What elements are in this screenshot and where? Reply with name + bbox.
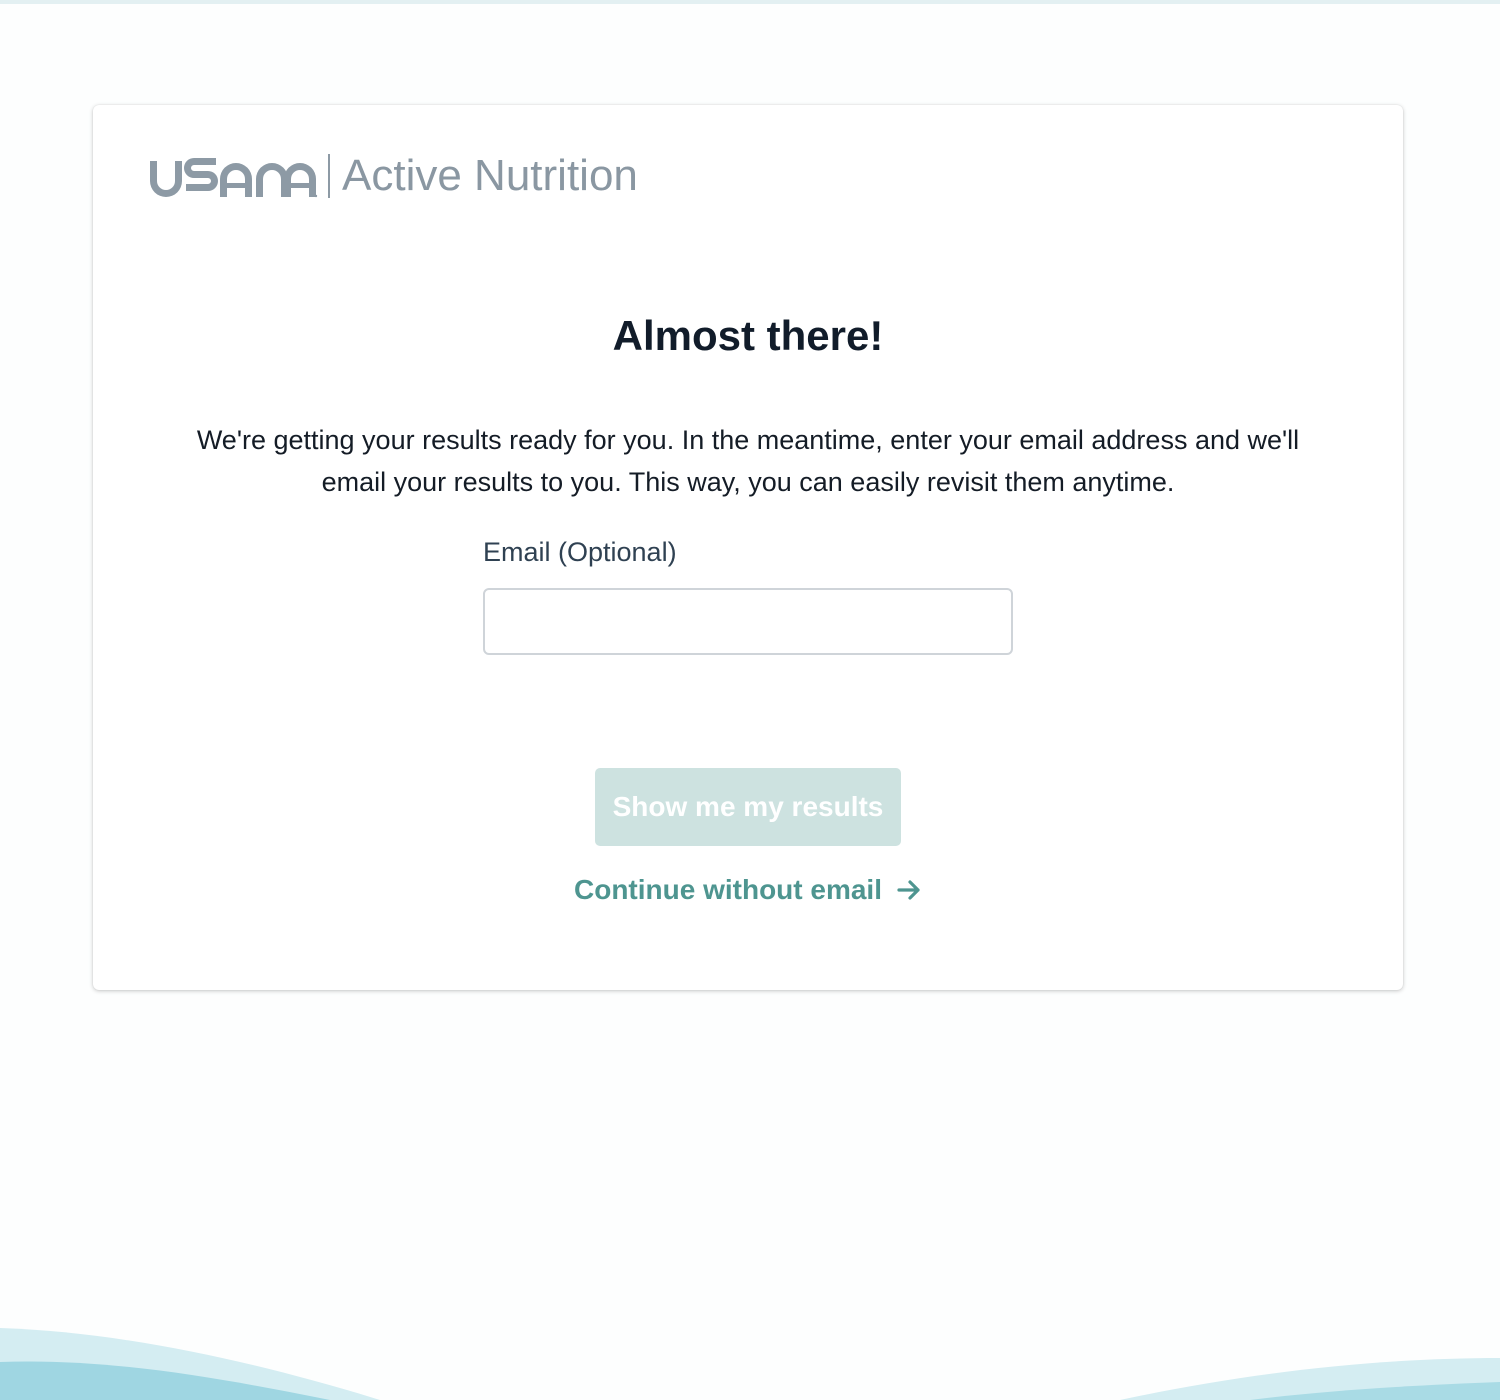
continue-without-email-link[interactable]: Continue without email <box>93 871 1403 909</box>
brand-subtitle: Active Nutrition <box>342 151 638 200</box>
page: Active Nutrition Almost there! We're get… <box>0 0 1500 1400</box>
brand: Active Nutrition <box>148 153 638 199</box>
show-results-button[interactable]: Show me my results <box>595 768 901 846</box>
page-title: Almost there! <box>612 312 884 359</box>
main-card: Active Nutrition Almost there! We're get… <box>93 105 1403 990</box>
continue-label: Continue without email <box>574 874 882 905</box>
brand-divider <box>328 154 330 198</box>
intro-text: We're getting your results ready for you… <box>196 425 1300 497</box>
email-label: Email (Optional) <box>483 537 677 567</box>
arrow-right-icon <box>897 880 920 900</box>
usana-logo <box>150 158 318 198</box>
email-field[interactable] <box>483 588 1013 655</box>
decorative-waves <box>0 1328 1500 1400</box>
top-strip <box>0 0 1500 4</box>
